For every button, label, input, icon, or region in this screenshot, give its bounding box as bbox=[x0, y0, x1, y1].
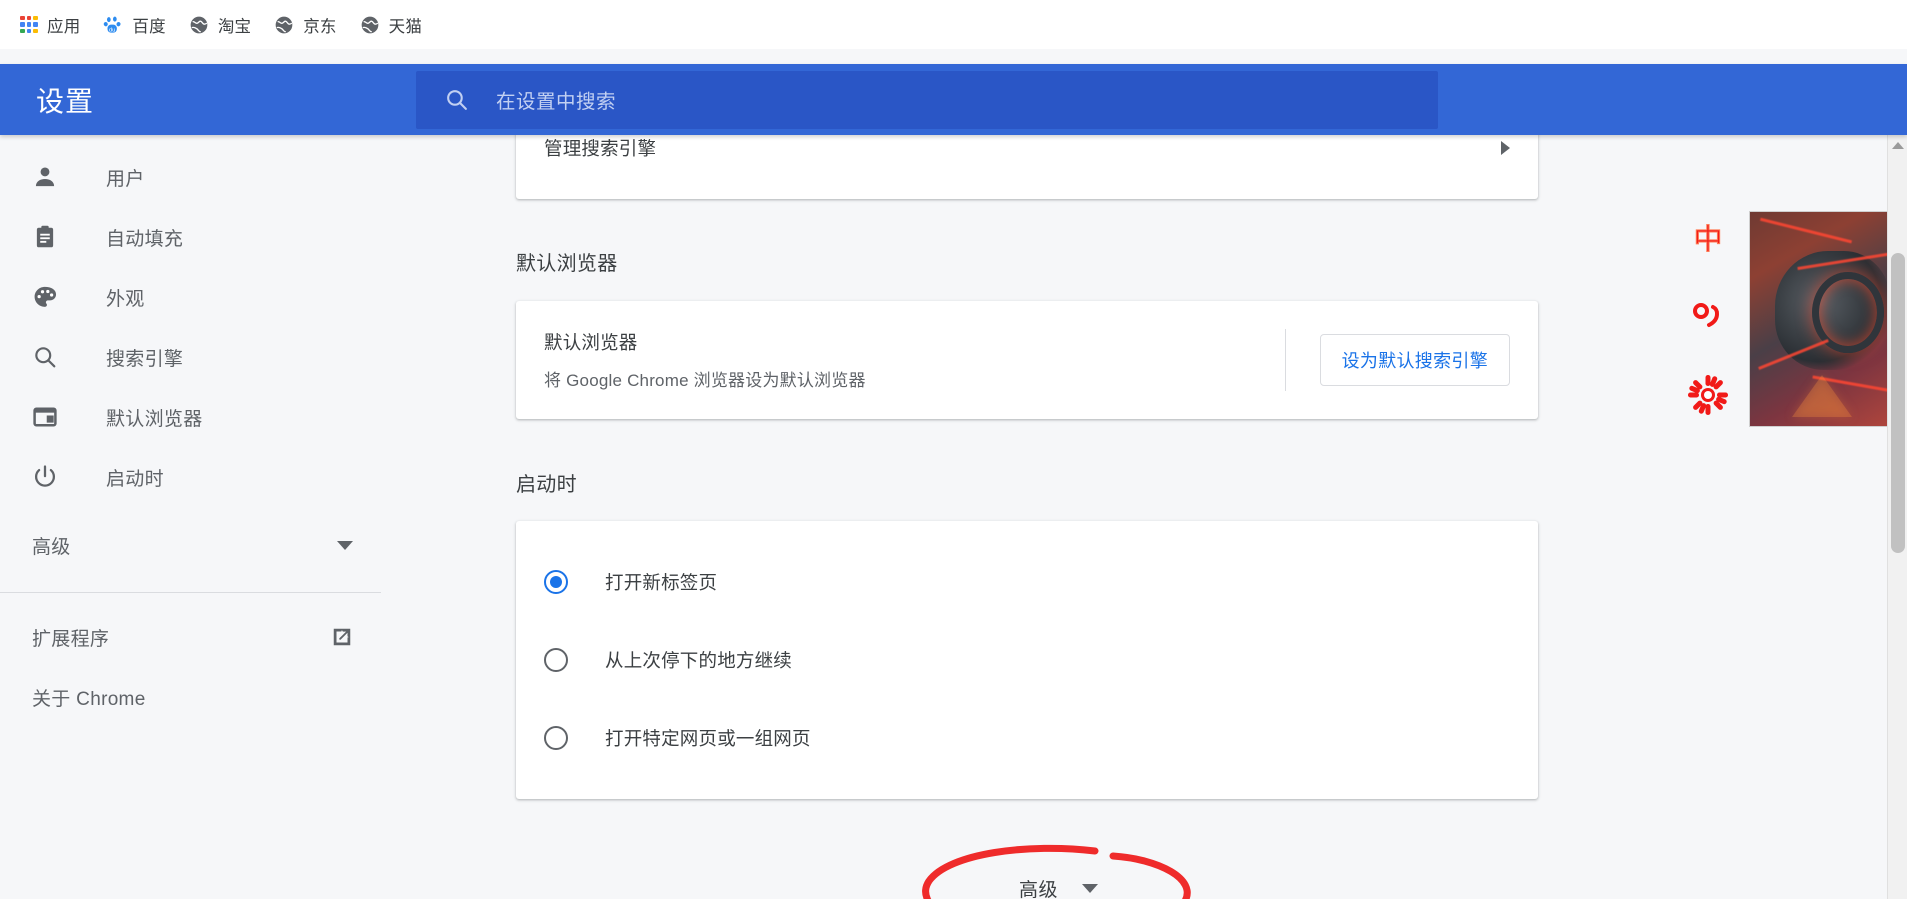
settings-page: 应用 du 百度 淘宝 京东 天猫 设置 在设置中搜索 用户 自动填充 外观 搜… bbox=[0, 0, 1907, 899]
sidebar-item-label: 扩展程序 bbox=[32, 628, 110, 650]
sidebar-item-label: 外观 bbox=[106, 288, 145, 310]
radio-button[interactable] bbox=[544, 570, 568, 594]
manage-search-engines-card: 管理搜索引擎 bbox=[516, 135, 1538, 199]
sidebar-item-extensions[interactable]: 扩展程序 bbox=[0, 607, 381, 667]
skin-art-triangle bbox=[1791, 375, 1852, 418]
sidebar: 用户 自动填充 外观 搜索引擎 默认浏览器 启动时 高级 扩展程序 关于 Chr… bbox=[0, 135, 381, 899]
sidebar-item-label: 默认浏览器 bbox=[106, 408, 203, 430]
manage-search-engines-row[interactable]: 管理搜索引擎 bbox=[516, 135, 1538, 179]
palette-icon bbox=[34, 286, 57, 307]
sidebar-item-appearance[interactable]: 外观 bbox=[0, 267, 381, 327]
chinese-mode-icon[interactable]: 中 bbox=[1687, 218, 1729, 260]
advanced-toggle-wrap: 高级 bbox=[381, 844, 1876, 899]
card-padding bbox=[516, 179, 1538, 199]
baidu-paw-icon: du bbox=[104, 16, 121, 33]
apps-grid-icon bbox=[20, 15, 38, 34]
skin-art-streak bbox=[1760, 217, 1852, 244]
set-default-browser-button[interactable]: 设为默认搜索引擎 bbox=[1319, 334, 1510, 386]
sidebar-item-about-chrome[interactable]: 关于 Chrome bbox=[0, 667, 381, 727]
default-browser-title: 默认浏览器 bbox=[544, 332, 638, 353]
external-link-icon bbox=[333, 628, 351, 646]
divider bbox=[1284, 329, 1286, 391]
ime-toolbar: 中 bbox=[1672, 210, 1744, 460]
advanced-toggle-button[interactable]: 高级 bbox=[997, 861, 1120, 899]
startup-option-continue[interactable]: 从上次停下的地方继续 bbox=[516, 621, 1538, 699]
on-startup-card: 打开新标签页 从上次停下的地方继续 打开特定网页或一组网页 bbox=[516, 521, 1538, 799]
chevron-down-icon bbox=[337, 540, 353, 550]
bookmark-label: 应用 bbox=[47, 17, 81, 36]
on-startup-section-title: 启动时 bbox=[516, 474, 577, 496]
default-browser-row: 默认浏览器 将 Google Chrome 浏览器设为默认浏览器 设为默认搜索引… bbox=[516, 329, 1538, 391]
browser-window-icon bbox=[33, 407, 57, 427]
sidebar-item-on-startup[interactable]: 启动时 bbox=[0, 447, 381, 507]
radio-button[interactable] bbox=[544, 648, 568, 672]
startup-option-specific-pages[interactable]: 打开特定网页或一组网页 bbox=[516, 699, 1538, 777]
startup-option-label: 从上次停下的地方继续 bbox=[605, 650, 793, 671]
scrollbar-thumb[interactable] bbox=[1891, 253, 1905, 553]
ime-settings-icon[interactable] bbox=[1687, 374, 1729, 416]
bookmark-jd[interactable]: 京东 bbox=[268, 8, 347, 42]
bookmark-taobao[interactable]: 淘宝 bbox=[183, 8, 262, 42]
search-placeholder: 在设置中搜索 bbox=[496, 91, 617, 113]
globe-icon bbox=[361, 16, 378, 33]
default-browser-texts: 默认浏览器 将 Google Chrome 浏览器设为默认浏览器 bbox=[544, 329, 1285, 391]
scroll-up-arrow-icon[interactable] bbox=[1891, 142, 1904, 149]
bookmark-label: 京东 bbox=[303, 17, 337, 36]
sidebar-item-label: 自动填充 bbox=[106, 228, 184, 250]
bookmark-label: 淘宝 bbox=[217, 17, 252, 36]
sidebar-item-advanced[interactable]: 高级 bbox=[0, 515, 381, 575]
sidebar-item-autofill[interactable]: 自动填充 bbox=[0, 207, 381, 267]
page-scrollbar[interactable] bbox=[1887, 135, 1907, 899]
search-icon bbox=[35, 347, 56, 368]
bookmark-tmall[interactable]: 天猫 bbox=[354, 8, 433, 42]
person-icon bbox=[35, 167, 55, 187]
globe-icon bbox=[275, 16, 293, 33]
bookmark-label: 天猫 bbox=[388, 17, 423, 36]
power-icon bbox=[34, 465, 56, 487]
search-icon bbox=[447, 90, 467, 110]
search-input[interactable]: 在设置中搜索 bbox=[416, 70, 1438, 129]
chevron-down-icon bbox=[1082, 884, 1098, 893]
clipboard-icon bbox=[36, 225, 54, 248]
settings-header: 设置 在设置中搜索 bbox=[0, 64, 1907, 135]
chevron-right-icon bbox=[1501, 141, 1510, 155]
ime-skin-image[interactable] bbox=[1749, 211, 1907, 427]
bookmark-label: 百度 bbox=[132, 17, 166, 36]
bookmark-baidu[interactable]: du 百度 bbox=[97, 8, 176, 42]
sidebar-item-users[interactable]: 用户 bbox=[0, 147, 381, 207]
startup-option-new-tab[interactable]: 打开新标签页 bbox=[516, 543, 1538, 621]
advanced-toggle-label: 高级 bbox=[1018, 880, 1058, 899]
default-browser-subtitle: 将 Google Chrome 浏览器设为默认浏览器 bbox=[544, 371, 866, 390]
bookmark-apps[interactable]: 应用 bbox=[14, 8, 91, 42]
sidebar-advanced-label: 高级 bbox=[32, 536, 71, 558]
svg-text:du: du bbox=[109, 27, 115, 33]
sidebar-item-label: 用户 bbox=[106, 168, 145, 190]
sidebar-divider bbox=[0, 592, 381, 593]
globe-icon bbox=[190, 16, 208, 33]
radio-button[interactable] bbox=[544, 726, 568, 750]
punctuation-icon[interactable] bbox=[1687, 296, 1729, 338]
sidebar-item-search-engine[interactable]: 搜索引擎 bbox=[0, 327, 381, 387]
startup-option-label: 打开特定网页或一组网页 bbox=[605, 728, 811, 749]
startup-option-label: 打开新标签页 bbox=[605, 572, 718, 593]
sidebar-item-label: 搜索引擎 bbox=[106, 348, 184, 370]
bookmarks-bar: 应用 du 百度 淘宝 京东 天猫 bbox=[0, 0, 1907, 49]
settings-content: 管理搜索引擎 默认浏览器 默认浏览器 将 Google Chrome 浏览器设为… bbox=[381, 135, 1876, 899]
sidebar-item-label: 启动时 bbox=[106, 468, 164, 490]
default-browser-card: 默认浏览器 将 Google Chrome 浏览器设为默认浏览器 设为默认搜索引… bbox=[516, 301, 1538, 419]
sidebar-item-label: 关于 Chrome bbox=[32, 688, 146, 710]
page-title: 设置 bbox=[36, 85, 95, 117]
sidebar-item-default-browser[interactable]: 默认浏览器 bbox=[0, 387, 381, 447]
svg-text:中: 中 bbox=[1693, 223, 1722, 256]
manage-search-engines-label: 管理搜索引擎 bbox=[544, 138, 657, 159]
